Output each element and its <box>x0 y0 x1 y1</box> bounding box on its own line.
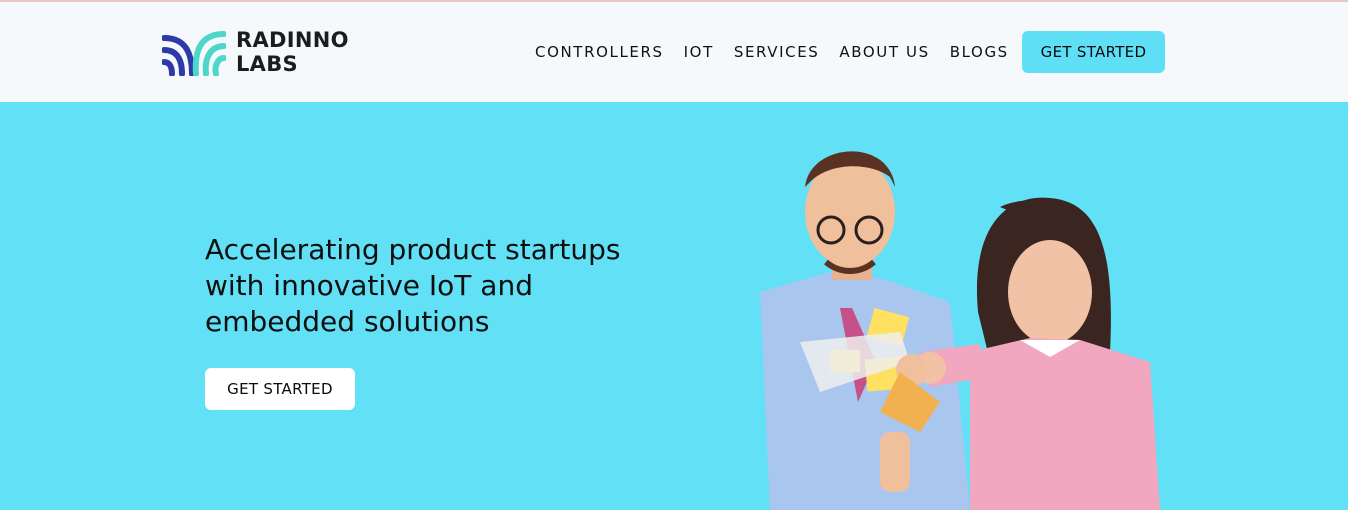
nav-item-blogs[interactable]: BLOGS <box>950 42 1009 62</box>
hero-headline-line3: embedded solutions <box>205 305 490 338</box>
nav-item-about-us[interactable]: ABOUT US <box>839 42 929 62</box>
hero-headline-line1: Accelerating product startups <box>205 233 621 266</box>
hero-people-image <box>760 151 1160 510</box>
nav-item-iot[interactable]: IOT <box>684 42 714 62</box>
brand-logo-icon <box>162 31 226 76</box>
header-get-started-button[interactable]: GET STARTED <box>1022 31 1165 73</box>
brand-name-line2: LABS <box>236 52 298 76</box>
site-header: RADINNO LABS CONTROLLERS IOT SERVICES AB… <box>0 2 1348 102</box>
nav-item-services[interactable]: SERVICES <box>734 42 820 62</box>
brand-logo[interactable]: RADINNO LABS <box>162 28 349 76</box>
man-figure <box>760 151 970 510</box>
nav-item-controllers[interactable]: CONTROLLERS <box>535 42 664 62</box>
hero-headline: Accelerating product startups with innov… <box>205 232 675 340</box>
hero-headline-line2: with innovative IoT and <box>205 269 533 302</box>
hero-get-started-button[interactable]: GET STARTED <box>205 368 355 410</box>
hero-section: Accelerating product startups with innov… <box>0 102 1348 510</box>
main-nav: CONTROLLERS IOT SERVICES ABOUT US BLOGS <box>535 42 1029 62</box>
brand-name-line1: RADINNO <box>236 28 349 52</box>
brand-name: RADINNO LABS <box>236 28 349 76</box>
